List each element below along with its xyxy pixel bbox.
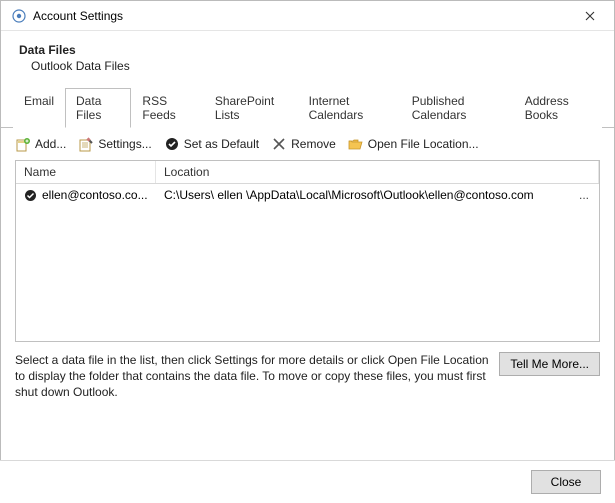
settings-icon [78, 136, 94, 152]
titlebar: Account Settings [1, 1, 614, 31]
data-files-grid: Name Location ellen@contoso.co... C:\Use… [15, 160, 600, 342]
toolbar: Add... Settings... Set as Default Remove… [1, 128, 614, 158]
tab-internet-calendars[interactable]: Internet Calendars [298, 88, 401, 128]
row-name: ellen@contoso.co... [42, 188, 160, 202]
tab-data-files[interactable]: Data Files [65, 88, 131, 128]
remove-label: Remove [291, 137, 336, 151]
tell-me-more-button[interactable]: Tell Me More... [499, 352, 600, 376]
header: Data Files Outlook Data Files [1, 31, 614, 87]
window-title: Account Settings [33, 9, 574, 23]
row-ellipsis: ... [575, 188, 593, 202]
tab-bar: Email Data Files RSS Feeds SharePoint Li… [1, 87, 614, 128]
remove-icon [271, 136, 287, 152]
tab-sharepoint-lists[interactable]: SharePoint Lists [204, 88, 298, 128]
check-circle-icon [164, 136, 180, 152]
help-area: Select a data file in the list, then cli… [1, 342, 614, 401]
row-location: C:\Users\ ellen \AppData\Local\Microsoft… [160, 188, 575, 202]
default-check-icon [22, 187, 38, 203]
settings-label: Settings... [98, 137, 151, 151]
help-text: Select a data file in the list, then cli… [15, 352, 489, 401]
folder-open-icon [348, 136, 364, 152]
column-location[interactable]: Location [156, 161, 599, 183]
open-file-location-button[interactable]: Open File Location... [348, 136, 479, 152]
set-default-label: Set as Default [184, 137, 259, 151]
tab-rss-feeds[interactable]: RSS Feeds [131, 88, 203, 128]
add-button[interactable]: Add... [15, 136, 66, 152]
remove-button[interactable]: Remove [271, 136, 336, 152]
grid-header: Name Location [16, 161, 599, 184]
tab-published-calendars[interactable]: Published Calendars [401, 88, 514, 128]
set-default-button[interactable]: Set as Default [164, 136, 259, 152]
table-row[interactable]: ellen@contoso.co... C:\Users\ ellen \App… [16, 184, 599, 206]
settings-button[interactable]: Settings... [78, 136, 151, 152]
tab-address-books[interactable]: Address Books [514, 88, 602, 128]
footer: Close [0, 460, 615, 503]
app-icon [11, 8, 27, 24]
open-file-location-label: Open File Location... [368, 137, 479, 151]
add-icon [15, 136, 31, 152]
header-subtitle: Outlook Data Files [31, 59, 596, 73]
add-label: Add... [35, 137, 66, 151]
close-icon[interactable] [574, 1, 606, 30]
header-title: Data Files [19, 43, 596, 57]
tab-email[interactable]: Email [13, 88, 65, 128]
column-name[interactable]: Name [16, 161, 156, 183]
close-button[interactable]: Close [531, 470, 601, 494]
